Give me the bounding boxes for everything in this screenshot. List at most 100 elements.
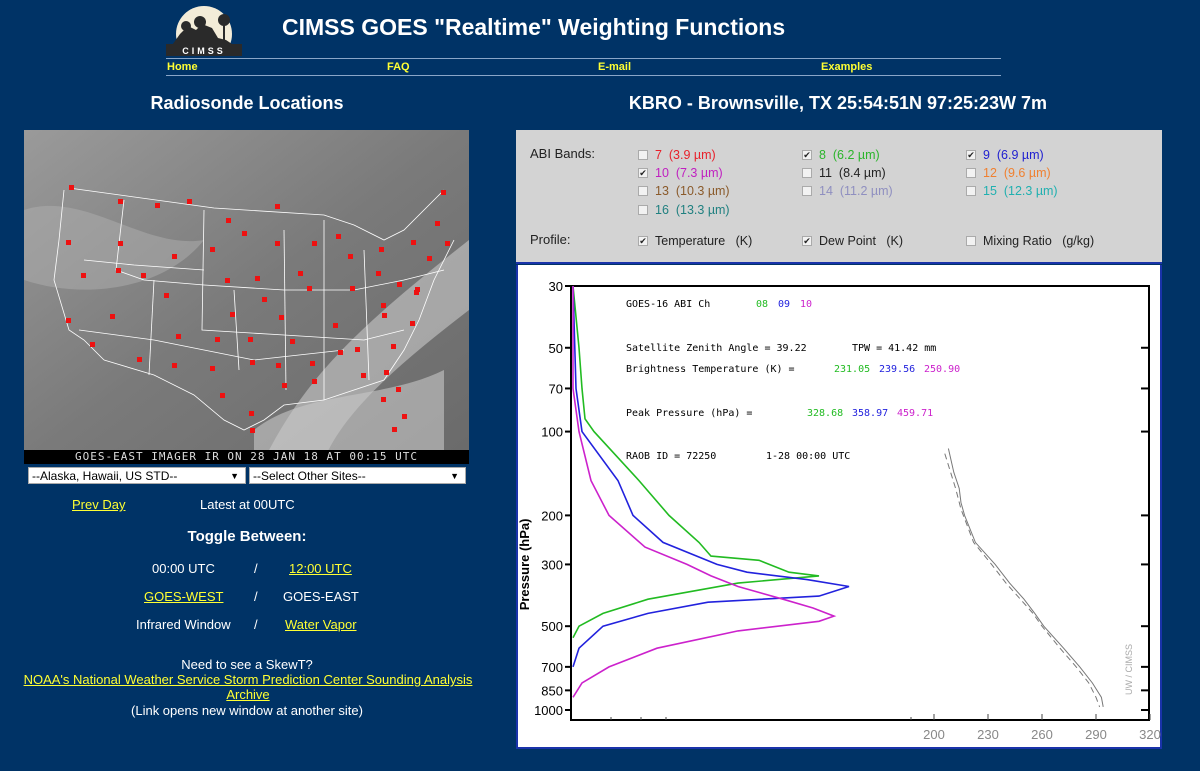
y-tick-label: 30	[549, 279, 563, 294]
skewt-archive-link[interactable]: NOAA's National Weather Service Storm Pr…	[24, 672, 473, 702]
band-checkbox[interactable]	[802, 186, 812, 196]
site-title: CIMSS GOES "Realtime" Weighting Function…	[282, 14, 786, 40]
bt-value: 239.56	[879, 364, 915, 375]
skewt-note: (Link opens new window at another site)	[131, 703, 363, 718]
toggle-heading: Toggle Between:	[187, 528, 307, 545]
band-label: 8 (6.2 µm)	[819, 148, 880, 162]
x-tick-label: 260	[1031, 727, 1053, 742]
toggle-water-vapor-link[interactable]: Water Vapor	[285, 617, 357, 632]
x-tick-label: 230	[977, 727, 999, 742]
channel-legend-09: 09	[778, 299, 790, 310]
band-label: 15 (12.3 µm)	[983, 184, 1058, 198]
band-label: 16 (13.3 µm)	[655, 203, 730, 217]
other-sites-select[interactable]: --Select Other Sites-- ▼	[249, 467, 466, 484]
raob-time: 1-28 00:00 UTC	[766, 451, 850, 462]
chevron-down-icon: ▼	[450, 471, 459, 481]
band-label: 10 (7.3 µm)	[655, 166, 723, 180]
band-label: 13 (10.3 µm)	[655, 184, 730, 198]
satellite-image	[24, 130, 469, 464]
y-tick-label: 850	[541, 683, 563, 698]
peak-value: 459.71	[897, 408, 933, 419]
logo-text: CIMSS	[182, 46, 226, 56]
band-checkbox[interactable]: ✔	[966, 150, 976, 160]
x-tick-label: 200	[923, 727, 945, 742]
band-label: 7 (3.9 µm)	[655, 148, 716, 162]
toggle-infrared: Infrared Window	[136, 617, 231, 632]
profile-checkbox[interactable]: ✔	[638, 236, 648, 246]
temperature-profile	[947, 448, 1104, 707]
y-tick-label: 100	[541, 425, 563, 440]
prev-day-link[interactable]: Prev Day	[72, 497, 125, 512]
band-label: 9 (6.9 µm)	[983, 148, 1044, 162]
station-heading: KBRO - Brownsville, TX 25:54:51N 97:25:2…	[628, 93, 1048, 113]
radiosonde-heading: Radiosonde Locations	[150, 93, 344, 113]
band-checkbox[interactable]	[638, 150, 648, 160]
toggle-sep: /	[254, 589, 258, 604]
band-checkbox[interactable]	[802, 168, 812, 178]
weighting-function-chart: 30 50 70 100 200 300 500 700 850 1000 Pressure (hP…	[516, 265, 1162, 749]
cimss-logo[interactable]: CIMSS	[166, 4, 242, 56]
abi-bands-label: ABI Bands:	[530, 146, 596, 161]
toggle-sep: /	[254, 617, 258, 632]
toggle-goes-east: GOES-EAST	[283, 589, 359, 604]
chart-svg: 30 50 70 100 200 300 500 700 850 1000 Pressure (hP…	[517, 279, 1161, 742]
peak-label: Peak Pressure (hPa) =	[626, 408, 752, 419]
profile-label-0: Temperature (K)	[655, 234, 753, 248]
nav-examples[interactable]: Examples	[821, 61, 872, 73]
raob-id: RAOB ID = 72250	[626, 451, 716, 462]
other-sites-select-value: --Select Other Sites--	[253, 469, 366, 483]
nav-bar: Home FAQ E-mail Examples	[166, 58, 1001, 76]
credit-label: UW / CIMSS	[1124, 644, 1134, 695]
profile-label: Profile:	[530, 232, 571, 247]
band-checkbox[interactable]	[966, 186, 976, 196]
peak-value: 328.68	[807, 408, 843, 419]
band-label: 14 (11.2 µm)	[819, 184, 893, 198]
profile-label-2: Mixing Ratio (g/kg)	[983, 234, 1095, 248]
band-checkbox[interactable]: ✔	[802, 150, 812, 160]
toggle-00utc: 00:00 UTC	[152, 561, 215, 576]
y-tick-label: 300	[541, 557, 563, 572]
tpw-value: TPW = 41.42 mm	[852, 343, 936, 354]
band-label: 12 (9.6 µm)	[983, 166, 1051, 180]
options-panel: ABI Bands: Profile: 7 (3.9 µm) ✔ 8 (6.2 µm…	[516, 130, 1162, 264]
y-tick-label: 70	[549, 381, 563, 396]
y-tick-label: 200	[541, 508, 563, 523]
bt-value: 231.05	[834, 364, 870, 375]
profile-checkbox[interactable]: ✔	[802, 236, 812, 246]
profile-label-1: Dew Point (K)	[819, 234, 904, 248]
band-checkbox[interactable]	[966, 168, 976, 178]
profile-checkbox[interactable]	[966, 236, 976, 246]
bt-label: Brightness Temperature (K) =	[626, 364, 795, 375]
band-checkbox[interactable]: ✔	[638, 168, 648, 178]
toggle-goes-west-link[interactable]: GOES-WEST	[144, 589, 223, 604]
nav-home[interactable]: Home	[167, 61, 198, 73]
bt-value: 250.90	[924, 364, 960, 375]
region-select[interactable]: --Alaska, Hawaii, US STD-- ▼	[28, 467, 246, 484]
peak-value: 358.97	[852, 408, 888, 419]
band-checkbox[interactable]	[638, 186, 648, 196]
toggle-12utc-link[interactable]: 12:00 UTC	[289, 561, 352, 576]
toggle-sep: /	[254, 561, 258, 576]
zenith-angle: Satellite Zenith Angle = 39.22	[626, 343, 807, 354]
map-caption: GOES-EAST IMAGER IR ON 28 JAN 18 AT 00:1…	[24, 450, 469, 464]
y-tick-label: 1000	[534, 703, 563, 718]
x-tick-label: 320	[1139, 727, 1161, 742]
y-tick-label: 500	[541, 619, 563, 634]
channel-legend-10: 10	[800, 299, 812, 310]
y-axis-label: Pressure (hPa)	[517, 519, 532, 611]
dewpoint-profile	[944, 453, 1101, 708]
channel-legend-08: 08	[756, 299, 768, 310]
chevron-down-icon: ▼	[230, 471, 239, 481]
nav-email[interactable]: E-mail	[598, 61, 631, 73]
region-select-value: --Alaska, Hawaii, US STD--	[32, 469, 178, 483]
nav-faq[interactable]: FAQ	[387, 61, 410, 73]
y-tick-label: 50	[549, 341, 563, 356]
latest-label: Latest at 00UTC	[200, 497, 295, 512]
radiosonde-map[interactable]: GOES-EAST IMAGER IR ON 28 JAN 18 AT 00:1…	[24, 130, 469, 464]
skewt-question: Need to see a SkewT?	[181, 657, 313, 672]
chart-title: GOES-16 ABI Ch	[626, 299, 710, 310]
y-tick-label: 700	[541, 660, 563, 675]
band-checkbox[interactable]	[638, 205, 648, 215]
x-tick-label: 290	[1085, 727, 1107, 742]
band-label: 11 (8.4 µm)	[819, 166, 886, 180]
